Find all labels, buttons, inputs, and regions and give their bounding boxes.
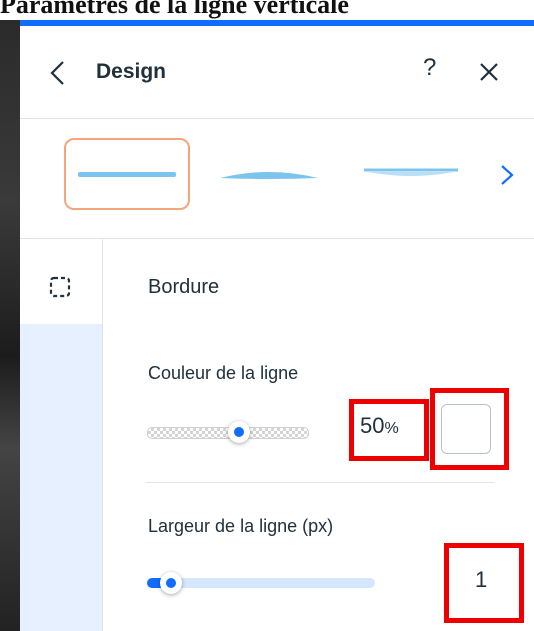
top-caption-strip: Paramètres de la ligne verticale — [0, 0, 534, 22]
highlight-box-width — [444, 543, 524, 623]
section-title-bordure: Bordure — [148, 276, 220, 298]
panel-title: Design — [96, 60, 167, 83]
border-icon[interactable] — [48, 275, 72, 299]
side-nav-highlight — [20, 324, 102, 631]
opacity-slider-handle[interactable] — [228, 421, 250, 443]
line-style-presets — [20, 118, 534, 239]
help-icon[interactable]: ? — [423, 54, 436, 82]
highlight-box-opacity — [349, 399, 429, 461]
design-panel: Design ? Bordure Couleur de la ligne 50%… — [20, 26, 534, 631]
width-slider-handle[interactable] — [160, 572, 182, 594]
side-nav — [20, 239, 102, 631]
section-divider — [146, 482, 494, 483]
chevron-right-icon[interactable] — [498, 162, 516, 188]
line-width-label: Largeur de la ligne (px) — [148, 516, 334, 536]
chevron-left-icon[interactable] — [48, 60, 68, 86]
vertical-divider — [102, 239, 103, 631]
preset-bulge-line[interactable] — [206, 138, 332, 210]
preset-straight-line[interactable] — [64, 138, 190, 210]
preset-shadow-line[interactable] — [348, 138, 474, 210]
close-icon[interactable] — [478, 61, 500, 83]
panel-header: Design ? — [20, 26, 534, 119]
caption-text: Paramètres de la ligne verticale — [0, 0, 349, 19]
highlight-box-color — [430, 388, 509, 470]
background-left — [0, 20, 20, 631]
line-color-label: Couleur de la ligne — [148, 363, 299, 383]
